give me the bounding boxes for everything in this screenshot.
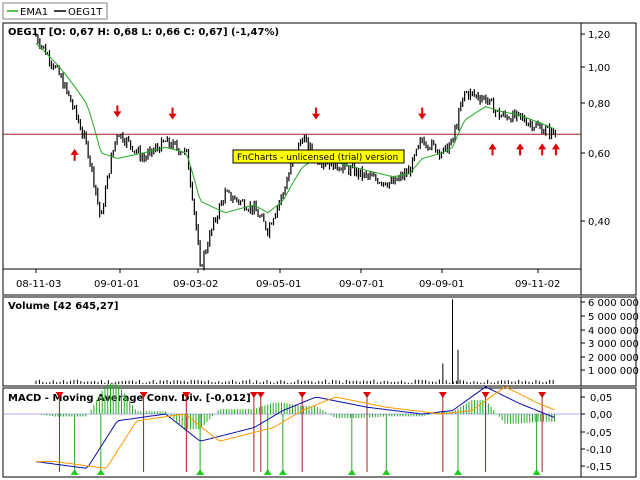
chart-legend: EMA1 OEG1T: [2, 2, 108, 20]
x-tick-label: 09-03-02: [173, 279, 218, 290]
macd-y-tick: -0,15: [586, 462, 612, 473]
x-tick-label: 09-09-01: [419, 279, 464, 290]
volume-y-tick: 3 000 000: [588, 339, 639, 350]
macd-y-tick: -0,10: [586, 445, 612, 456]
legend-label-ema1: EMA1: [20, 7, 48, 18]
volume-y-tick: 5 000 000: [588, 312, 639, 323]
x-tick-label: 08-11-03: [16, 279, 61, 290]
x-tick-label: 09-01-01: [94, 279, 139, 290]
trial-watermark: FnCharts - unlicensed (trial) version: [232, 149, 405, 164]
volume-y-tick: 4 000 000: [588, 326, 639, 337]
macd-panel: MACD - Moving Average Conv. Div. [-0,012…: [2, 383, 637, 478]
legend-label-oeg1t: OEG1T: [68, 7, 103, 18]
x-tick-label: 09-05-01: [256, 279, 301, 290]
price-y-tick: 0,80: [588, 99, 610, 110]
trial-watermark-text: FnCharts - unlicensed (trial) version: [237, 153, 398, 163]
x-tick-label: 09-11-02: [515, 279, 560, 290]
volume-y-tick: 2 000 000: [588, 353, 639, 364]
macd-y-tick: 0,05: [590, 393, 612, 404]
price-y-tick: 0,40: [588, 217, 610, 228]
x-tick-label: 09-07-01: [339, 279, 384, 290]
volume-y-tick: 6 000 000: [588, 298, 639, 309]
macd-y-tick: -0,05: [586, 428, 612, 439]
stock-chart: EMA1 OEG1T OEG1T [O: 0,67 H: 0,68 L: 0,6…: [2, 2, 639, 478]
macd-y-tick: 0,00: [590, 410, 612, 421]
price-panel: OEG1T [O: 0,67 H: 0,68 L: 0,66 C: 0,67] …: [2, 22, 637, 296]
volume-panel-title: Volume [42 645,27]: [8, 301, 118, 312]
price-panel-title: OEG1T [O: 0,67 H: 0,68 L: 0,66 C: 0,67] …: [8, 27, 279, 38]
volume-panel: Volume [42 645,27] 6 000 000 5 000 000 4…: [2, 296, 639, 387]
volume-y-tick: 1 000 000: [588, 366, 639, 377]
price-y-tick: 1,00: [588, 63, 610, 74]
price-y-tick: 0,60: [588, 149, 610, 160]
price-y-tick: 1,20: [588, 30, 610, 41]
